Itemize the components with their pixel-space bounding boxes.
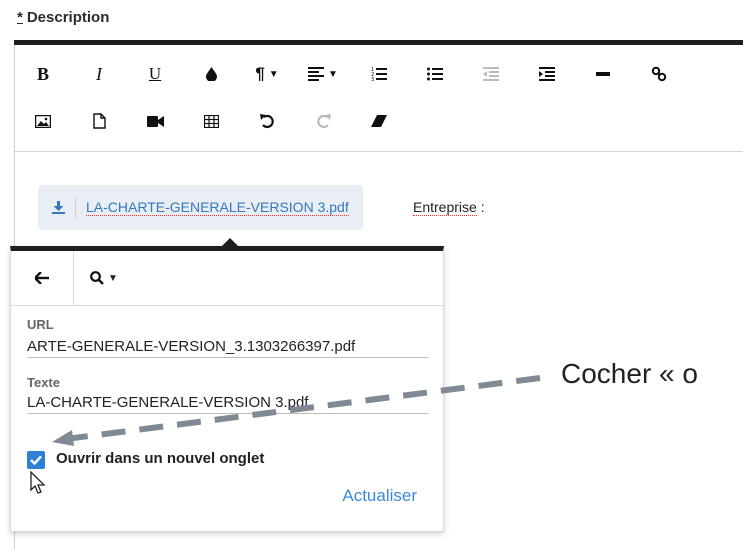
annotation-arrow <box>52 375 541 446</box>
annotation-text: Cocher « o <box>561 358 698 389</box>
